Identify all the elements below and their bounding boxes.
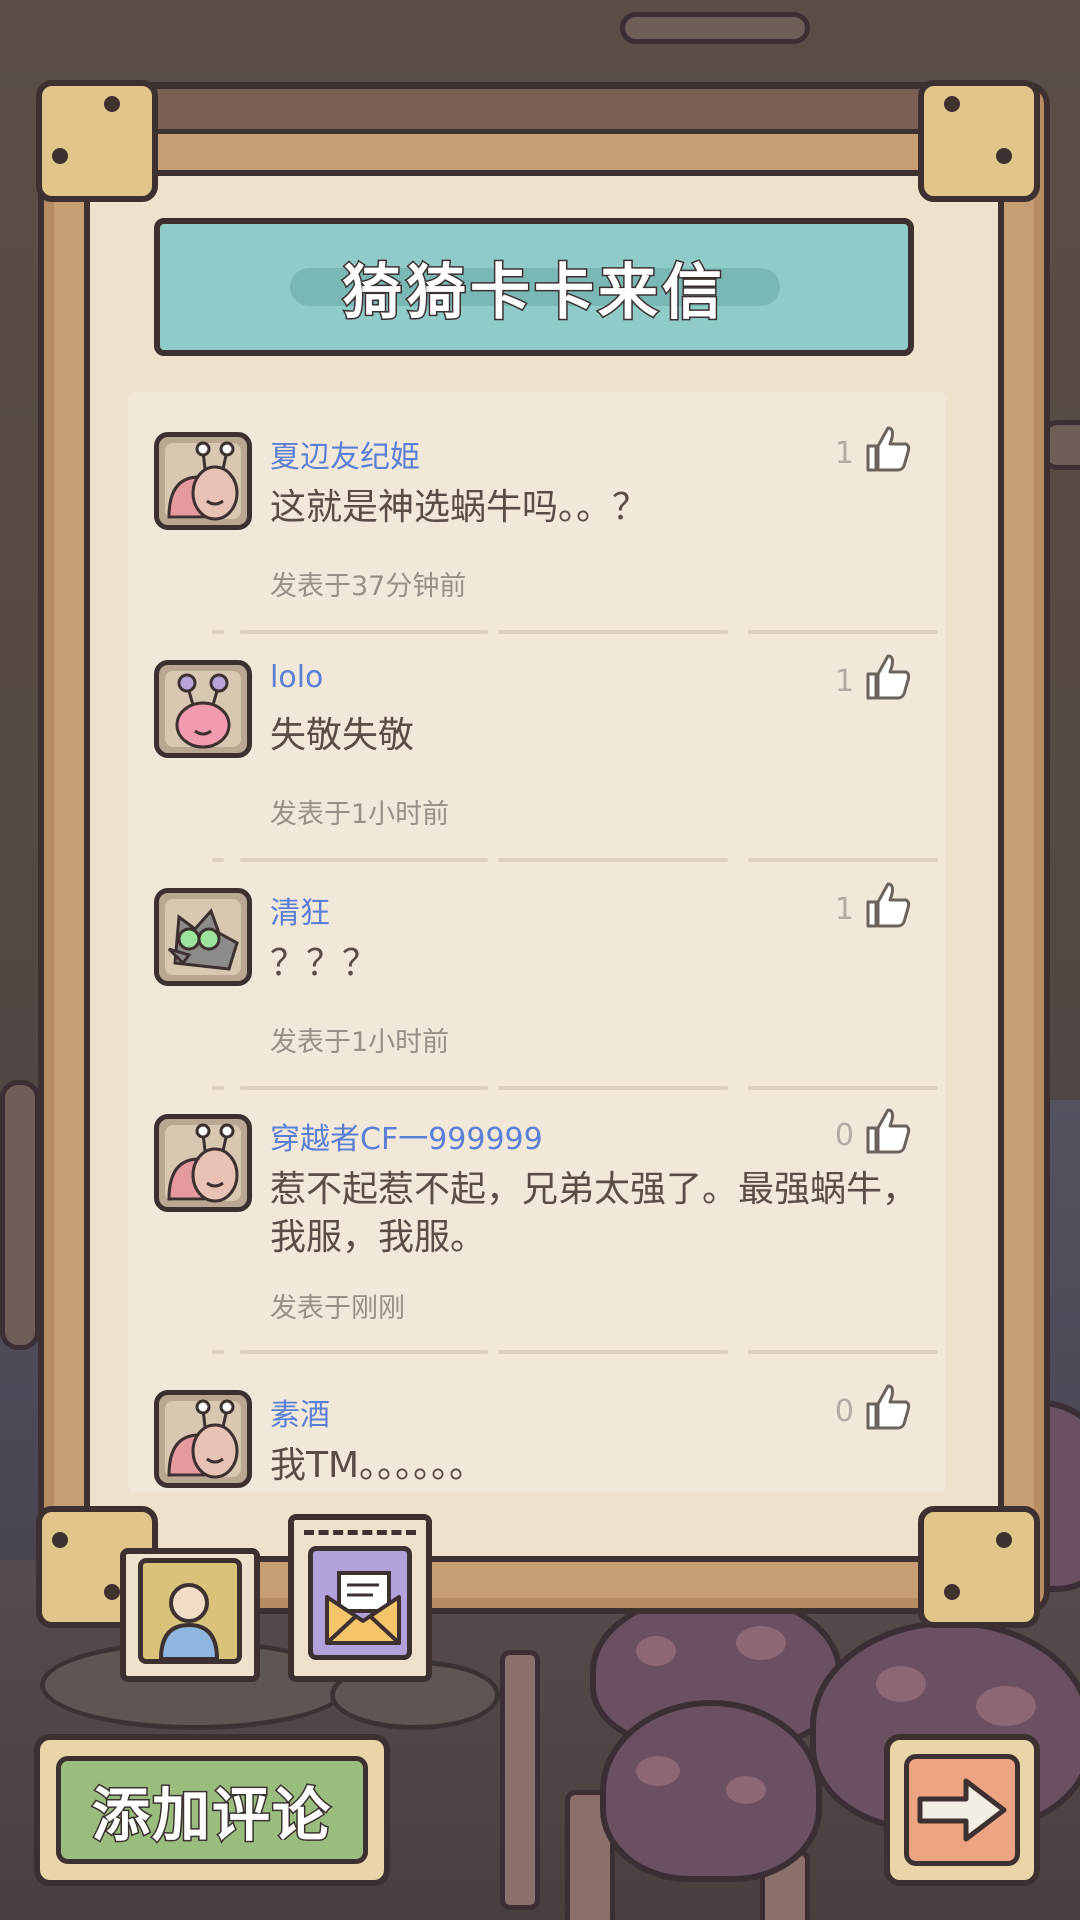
thumbs-up-icon[interactable] [864,1106,912,1156]
thumbs-up-icon[interactable] [864,1382,912,1432]
snail-avatar-icon[interactable] [154,1390,252,1488]
thumbs-up-icon[interactable] [864,880,912,930]
comment-time: 发表于1小时前 [270,799,450,830]
like-count: 1 [834,436,854,471]
bracket-top-left [36,80,158,202]
thumbs-up-icon[interactable] [864,424,912,474]
page-title: 猗猗卡卡来信 [341,256,726,329]
envelope-icon [325,1571,401,1645]
comment-text: 惹不起惹不起，兄弟太强了。最强蜗牛，我服，我服。 [270,1169,919,1258]
comment-username[interactable]: 素酒 [270,1390,330,1434]
comment-username[interactable]: 穿越者CF一999999 [270,1114,543,1158]
list-item: 穿越者CF一999999 惹不起惹不起，兄弟太强了。最强蜗牛，我服，我服。 发表… [128,1074,946,1354]
comment-username[interactable]: 清狂 [270,888,330,932]
title-banner: 猗猗卡卡来信 [154,218,914,356]
comment-username[interactable]: 夏辺友纪姫 [270,432,420,476]
thumbs-up-icon[interactable] [864,652,912,702]
like-count: 0 [834,1118,854,1153]
like-count: 0 [834,1394,854,1429]
comment-list[interactable]: 夏辺友纪姫 这就是神选蜗牛吗。。？ 发表于37分钟前 1 lolo 失敬失敬 发… [128,392,946,1492]
next-button[interactable] [884,1734,1040,1886]
comment-time: 发表于37分钟前 [270,571,467,602]
snail-avatar-icon[interactable] [154,432,252,530]
bracket-top-right [918,80,1040,202]
comment-text: 我TM。。。。。。 [270,1445,486,1486]
pink-snail-avatar-icon[interactable] [154,660,252,758]
tab-profile[interactable] [120,1548,260,1682]
comment-username[interactable]: lolo [270,660,323,695]
list-item: lolo 失敬失敬 发表于1小时前 1 [128,620,946,862]
like-count: 1 [834,664,854,699]
list-item: 清狂 ？？？ 发表于1小时前 1 [128,848,946,1090]
add-comment-label: 添加评论 [90,1780,332,1851]
comment-time: 发表于刚刚 [270,1293,405,1324]
comment-text: 这就是神选蜗牛吗。。？ [270,487,649,528]
comment-text: ？？？ [270,943,379,984]
add-comment-button[interactable]: 添加评论 [34,1734,390,1886]
comment-text: 失敬失敬 [270,715,415,756]
snail-avatar-icon[interactable] [154,1114,252,1212]
person-icon [158,1583,220,1661]
frame-top-bar [58,84,1028,134]
bracket-bottom-right [918,1506,1040,1628]
comment-time: 发表于1小时前 [270,1027,450,1058]
list-item: 素酒 我TM。。。。。。 0 [128,1350,946,1492]
tab-mail[interactable] [288,1514,432,1682]
like-count: 1 [834,892,854,927]
wolf-avatar-icon[interactable] [154,888,252,986]
arrow-right-icon [917,1778,1007,1842]
list-item: 夏辺友纪姫 这就是神选蜗牛吗。。？ 发表于37分钟前 1 [128,392,946,634]
